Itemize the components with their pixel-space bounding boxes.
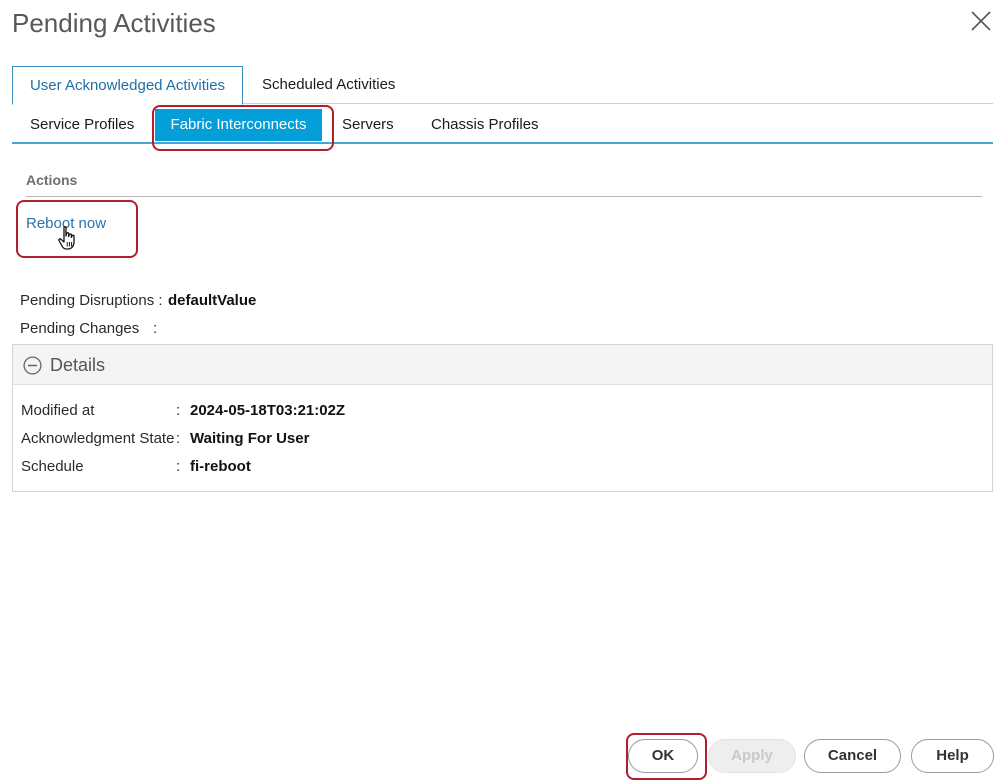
help-button[interactable]: Help <box>911 739 994 773</box>
detail-value-acknowledgment-state: Waiting For User <box>190 430 310 447</box>
detail-value-modified-at: 2024-05-18T03:21:02Z <box>190 402 346 419</box>
pending-disruptions-label: Pending Disruptions : <box>20 292 163 309</box>
details-header[interactable]: Details <box>13 345 992 385</box>
tab-scheduled-activities[interactable]: Scheduled Activities <box>244 66 413 104</box>
detail-value-schedule: fi-reboot <box>190 458 251 475</box>
cancel-button[interactable]: Cancel <box>804 739 901 773</box>
details-panel: Details <box>12 344 993 492</box>
top-tab-bar: User Acknowledged Activities Scheduled A… <box>12 66 993 105</box>
minus-circle-icon[interactable] <box>23 356 42 375</box>
pending-changes-separator: : <box>153 320 158 337</box>
tab-fabric-interconnects[interactable]: Fabric Interconnects <box>155 109 322 141</box>
detail-label-modified-at: Modified at <box>21 402 95 419</box>
details-title: Details <box>50 355 106 375</box>
detail-label-acknowledgment-state: Acknowledgment State <box>21 430 175 447</box>
tab-user-acknowledged-activities[interactable]: User Acknowledged Activities <box>12 66 243 105</box>
detail-separator-acknowledgment-state: : <box>176 430 181 447</box>
tab-service-profiles[interactable]: Service Profiles <box>30 109 134 141</box>
close-button[interactable] <box>968 8 994 34</box>
sub-tab-bar: Service Profiles Fabric Interconnects Se… <box>12 105 993 144</box>
actions-header: Actions <box>26 172 78 188</box>
ok-button[interactable]: OK <box>628 739 698 773</box>
tab-chassis-profiles[interactable]: Chassis Profiles <box>431 109 539 141</box>
pending-disruptions-value: defaultValue <box>168 292 257 309</box>
pending-changes-label: Pending Changes <box>20 320 140 337</box>
close-icon <box>971 11 991 31</box>
tab-servers[interactable]: Servers <box>342 109 394 141</box>
hand-pointer-icon <box>58 226 75 250</box>
detail-separator-schedule: : <box>176 458 181 475</box>
dialog-title: Pending Activities <box>12 8 216 38</box>
actions-divider <box>26 196 982 197</box>
detail-label-schedule: Schedule <box>21 458 84 475</box>
detail-separator-modified-at: : <box>176 402 181 419</box>
apply-button: Apply <box>708 739 796 773</box>
